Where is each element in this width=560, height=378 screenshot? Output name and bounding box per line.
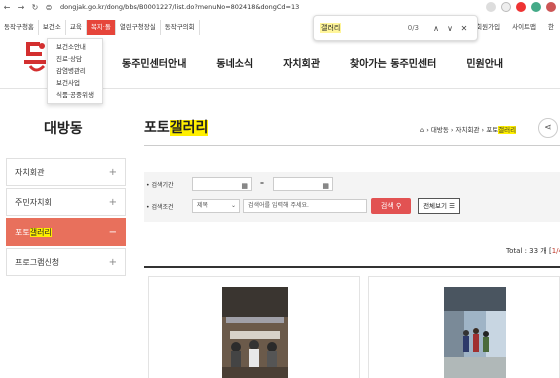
condition-select[interactable]: 제목 ⌄ (192, 199, 240, 213)
main-nav-civil[interactable]: 민원안내 (466, 55, 503, 70)
sidebar-item-autonomy[interactable]: 자치회관 + (6, 158, 126, 186)
keyword-placeholder: 검색어를 입력해 주세요. (248, 202, 309, 209)
breadcrumb: ⌂ › 대방동 › 자치회관 › 포토갤러리 (420, 124, 517, 134)
list-icon: ☰ (449, 202, 455, 210)
sidebar-item-label: 자치회관 (15, 167, 45, 177)
total-count-label: Total : 33 개 [ (506, 247, 552, 255)
sidebar-item-label-text: 포토 (15, 227, 30, 237)
sidebar-item-program[interactable]: 프로그램신청 + (6, 248, 126, 276)
sidebar-item-photo-gallery[interactable]: 포토갤러리 − (6, 218, 126, 246)
view-all-button[interactable]: 전체보기 ☰ (418, 198, 460, 214)
chevron-down-icon: ⌄ (230, 202, 236, 209)
main-nav-visiting[interactable]: 찾아가는 동주민센터 (350, 55, 436, 70)
view-all-label: 전체보기 (423, 202, 447, 210)
condition-label: • 검색조건 (146, 204, 174, 211)
find-in-page-bar: 갤러리 0/3 ∧ ∨ ✕ (313, 15, 478, 41)
search-button[interactable]: 검색 ⚲ (371, 198, 411, 214)
page-title-text: 포토 (144, 120, 170, 136)
utility-nav: 동작구청홈 보건소 교육 복지·돌 열린구청장실 동작구의회 (0, 20, 200, 35)
util-nav-health-center[interactable]: 보건소 (39, 20, 66, 35)
bookmark-icon[interactable] (501, 2, 511, 12)
title-divider (144, 145, 560, 146)
expand-icon: + (108, 166, 117, 178)
main-nav-center-info[interactable]: 동주민센터안내 (122, 55, 186, 70)
sidebar-title: 대방동 (44, 121, 83, 137)
gallery-thumbnail[interactable] (222, 287, 288, 378)
dropdown-item[interactable]: 진료·상담 (48, 53, 102, 65)
end-date-input[interactable]: ▦ (273, 177, 333, 191)
gallery-card[interactable] (368, 276, 560, 378)
dropdown-item[interactable]: 보건사업 (48, 77, 102, 89)
site-info-icon[interactable]: ⊜ (42, 3, 56, 12)
extension-icon-2[interactable] (531, 2, 541, 12)
find-count: 0/3 (407, 24, 419, 32)
back-icon[interactable]: ← (0, 3, 14, 12)
util-nav-welfare[interactable]: 복지·돌 (86, 20, 116, 35)
reload-icon[interactable]: ↻ (28, 3, 42, 12)
breadcrumb-path: › 대방동 › 자치회관 › 포토 (426, 126, 499, 134)
translate-icon[interactable] (486, 2, 496, 12)
extension-icon[interactable] (516, 2, 526, 12)
sidebar: 자치회관 + 주민자치회 + 포토갤러리 − 프로그램신청 + (6, 158, 126, 278)
gallery-thumbnail[interactable] (444, 287, 506, 378)
list-top-border (144, 266, 560, 268)
total-count: Total : 33 개 [1/4 (506, 246, 560, 256)
date-range-dash: – (260, 178, 264, 187)
collapse-icon: − (108, 226, 117, 238)
sitemap-link[interactable]: 사이트맵 (506, 20, 542, 35)
period-label: • 검색기간 (146, 182, 174, 189)
main-nav-autonomy[interactable]: 자치회관 (283, 55, 320, 70)
keyword-input[interactable]: 검색어를 입력해 주세요. (243, 199, 367, 213)
search-icon: ⚲ (395, 202, 402, 210)
page-title-highlight: 갤러리 (169, 120, 209, 136)
profile-avatar[interactable] (546, 2, 556, 12)
find-next-icon[interactable]: ∨ (443, 24, 457, 33)
condition-select-value: 제목 (197, 202, 209, 209)
page-indicator: 1/4 (551, 247, 560, 255)
search-button-label: 검색 (380, 202, 394, 210)
condition-label-text: 검색조건 (151, 204, 174, 211)
breadcrumb-highlight: 갤러리 (498, 126, 517, 134)
expand-icon: + (108, 256, 117, 268)
language-link[interactable]: 한 (542, 20, 560, 35)
dropdown-item[interactable]: 식품·공중위생 (48, 89, 102, 101)
health-dropdown-menu: 보건소안내 진료·상담 감염병관리 보건사업 식품·공중위생 (47, 38, 103, 104)
main-nav-news[interactable]: 동네소식 (216, 55, 253, 70)
utility-nav-right: 회원가입 사이트맵 한 (470, 20, 560, 35)
share-icon[interactable]: ⋖ (538, 118, 558, 138)
browser-toolbar: ← → ↻ ⊜ dongjak.go.kr/dong/bbs/B0001227/… (0, 0, 560, 14)
util-nav-education[interactable]: 교육 (66, 20, 87, 35)
home-icon[interactable]: ⌂ (420, 126, 424, 134)
calendar-icon[interactable]: ▦ (322, 180, 329, 192)
sidebar-item-label: 프로그램신청 (15, 257, 60, 267)
main-nav: 동주민센터안내 동네소식 자치회관 찾아가는 동주민센터 민원안내 (122, 55, 503, 70)
dropdown-item[interactable]: 보건소안내 (48, 41, 102, 53)
forward-icon[interactable]: → (14, 3, 28, 12)
start-date-input[interactable]: ▦ (192, 177, 252, 191)
sidebar-item-label-highlight: 갤러리 (29, 227, 52, 237)
find-prev-icon[interactable]: ∧ (429, 24, 443, 33)
sidebar-item-council[interactable]: 주민자치회 + (6, 188, 126, 216)
period-label-text: 검색기간 (151, 182, 174, 189)
find-input[interactable]: 갤러리 (320, 23, 342, 33)
sidebar-item-label: 주민자치회 (15, 197, 52, 207)
page-title: 포토갤러리 (144, 117, 209, 137)
dropdown-item[interactable]: 감염병관리 (48, 65, 102, 77)
sidebar-item-label: 포토갤러리 (15, 227, 52, 238)
util-nav-home[interactable]: 동작구청홈 (0, 20, 39, 35)
address-bar[interactable]: dongjak.go.kr/dong/bbs/B0001227/list.do?… (60, 3, 299, 11)
gallery-card[interactable] (148, 276, 360, 378)
find-close-icon[interactable]: ✕ (457, 24, 471, 33)
dongjak-logo[interactable] (22, 36, 50, 78)
expand-icon: + (108, 196, 117, 208)
util-nav-mayor[interactable]: 열린구청장실 (116, 20, 161, 35)
util-nav-council[interactable]: 동작구의회 (161, 20, 200, 35)
calendar-icon[interactable]: ▦ (241, 180, 248, 192)
